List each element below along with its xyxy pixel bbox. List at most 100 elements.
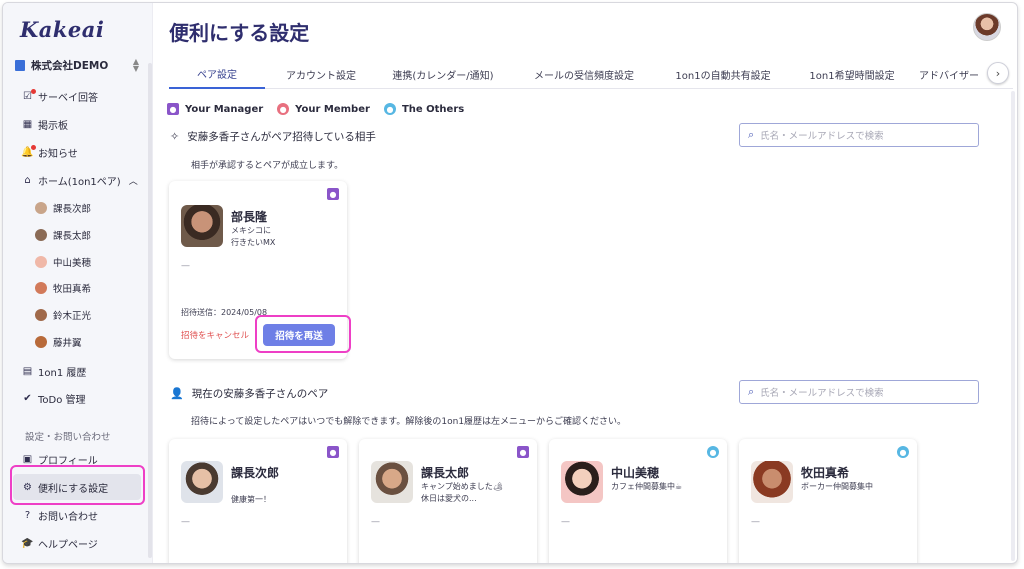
- app-window: Kakeai 株式会社DEMO ▲ ▼ ☑ サーベイ回答 ▦ 掲示板 🔔 お知らせ…: [2, 2, 1018, 564]
- others-role-icon: ●: [707, 446, 719, 458]
- sidebar-subitem-pair[interactable]: 中山美穂: [35, 251, 91, 273]
- pairs-section-note: 招待によって設定したペアはいつでも解除できます。解除後の1on1履歴は左メニュー…: [191, 417, 627, 427]
- invite-section-heading: ✧ 安藤多香子さんがペア招待している相手: [170, 129, 376, 144]
- pair-card[interactable]: ● 中山美穂 カフェ仲間募集中☕ —: [549, 439, 727, 563]
- sidebar-item-board[interactable]: ▦ 掲示板: [13, 111, 141, 137]
- sidebar-item-help[interactable]: 🎓 ヘルプページ: [13, 530, 141, 556]
- board-icon: ▦: [22, 118, 33, 130]
- others-role-icon: ●: [383, 103, 396, 115]
- pairs-search-input[interactable]: ⌕ 氏名・メールアドレスで検索: [739, 380, 979, 404]
- pairs-section-heading: 👤 現在の安藤多香子さんのペア: [170, 386, 328, 401]
- card-bio: メキシコに 行きたいMX: [231, 226, 276, 247]
- graduation-cap-icon: 🎓: [21, 537, 34, 549]
- sidebar-item-contact[interactable]: ? お問い合わせ: [13, 502, 141, 528]
- legend-label: Your Manager: [185, 103, 264, 115]
- avatar: [35, 336, 47, 348]
- sidebar-item-history[interactable]: ▤ 1on1 履歴: [13, 358, 141, 384]
- notification-dot: [31, 144, 36, 150]
- todo-check-icon: ✔: [23, 392, 32, 404]
- tab-pair-settings[interactable]: ペア設定: [169, 59, 265, 89]
- avatar: [35, 202, 47, 214]
- highlight-box: [10, 465, 145, 505]
- legend-others: ● The Others: [383, 103, 465, 115]
- pair-card[interactable]: ● 課長次郎 健康第一！ —: [169, 439, 347, 563]
- tab-preferred-time[interactable]: 1on1希望時間設定: [797, 59, 907, 89]
- avatar: [181, 461, 223, 503]
- sidebar-subitem-pair[interactable]: 課長太郎: [35, 224, 91, 246]
- manager-role-icon: ●: [167, 103, 179, 115]
- sidebar-item-todo[interactable]: ✔ ToDo 管理: [13, 385, 141, 411]
- tab-auto-share[interactable]: 1on1の自動共有設定: [661, 59, 785, 89]
- manager-role-icon: ●: [327, 188, 339, 200]
- card-bio: カフェ仲間募集中☕: [611, 482, 683, 491]
- sidebar-subitem-label: 鈴木正光: [53, 311, 92, 322]
- card-name: 中山美穂: [611, 466, 660, 480]
- sidebar-item-survey[interactable]: ☑ サーベイ回答: [13, 83, 141, 109]
- sidebar-item-news[interactable]: 🔔 お知らせ: [13, 139, 141, 165]
- cancel-invite-link[interactable]: 招待をキャンセル: [181, 329, 249, 341]
- home-icon: ⌂: [24, 174, 31, 186]
- invite-search-input[interactable]: ⌕ 氏名・メールアドレスで検索: [739, 123, 979, 147]
- search-placeholder: 氏名・メールアドレスで検索: [760, 388, 884, 399]
- sidebar-item-label: ヘルプページ: [38, 539, 98, 551]
- legend-member: ● Your Member: [277, 103, 370, 115]
- sidebar-subitem-pair[interactable]: 藤井翼: [35, 331, 82, 353]
- section-title: 安藤多香子さんがペア招待している相手: [187, 131, 376, 143]
- building-icon: [15, 59, 25, 71]
- avatar: [35, 229, 47, 241]
- sidebar-item-label: サーベイ回答: [38, 92, 98, 104]
- question-icon: ?: [24, 509, 31, 521]
- sidebar-item-label: ToDo 管理: [38, 394, 86, 406]
- history-icon: ▤: [22, 365, 33, 377]
- avatar: [371, 461, 413, 503]
- sidebar-subitem-pair[interactable]: 鈴木正光: [35, 304, 91, 326]
- sidebar-item-label: 掲示板: [38, 120, 68, 132]
- card-name: 課長太郎: [421, 466, 470, 480]
- invite-sent-date: 招待送信：2024/05/08: [181, 308, 268, 317]
- search-icon: ⌕: [748, 385, 755, 398]
- sparkle-icon: ✧: [170, 130, 180, 143]
- company-switcher[interactable]: 株式会社DEMO ▲ ▼: [15, 56, 139, 74]
- card-name: 課長次郎: [231, 466, 280, 480]
- avatar: [561, 461, 603, 503]
- card-bio: 健康第一！: [231, 495, 271, 504]
- role-legend: ● Your Manager ● Your Member ● The Others: [167, 103, 464, 115]
- company-name: 株式会社DEMO: [31, 59, 109, 72]
- sidebar-item-home[interactable]: ⌂ ホーム(1on1ペア) ︿: [13, 167, 141, 193]
- section-title: 現在の安藤多香子さんのペア: [191, 388, 329, 400]
- legend-label: The Others: [401, 103, 465, 115]
- user-avatar[interactable]: [973, 13, 1001, 41]
- main-scrollbar[interactable]: [1011, 91, 1015, 561]
- settings-tabs: ペア設定 アカウント設定 連携(カレンダー/通知) メールの受信頻度設定 1on…: [169, 59, 1013, 89]
- profile-icon: ▣: [22, 453, 33, 465]
- pair-card[interactable]: ● 牧田真希 ボーカー仲間募集中 —: [739, 439, 917, 563]
- chevron-right-icon: ›: [995, 66, 1001, 80]
- sidebar-subitem-pair[interactable]: 牧田真希: [35, 277, 91, 299]
- sidebar-subitem-pair[interactable]: 課長次郎: [35, 197, 91, 219]
- sidebar-subitem-label: 藤井翼: [53, 338, 82, 349]
- sidebar-subitem-label: 課長次郎: [53, 204, 92, 215]
- avatar: [35, 282, 47, 294]
- logo: Kakeai: [20, 17, 105, 42]
- bell-icon: 🔔: [21, 144, 36, 158]
- pair-card[interactable]: ● 課長太郎 キャンプ始めました🏕 休日は愛犬の... —: [359, 439, 537, 563]
- updown-chevron-icon: ▲ ▼: [132, 57, 139, 73]
- notification-dot: [31, 88, 36, 94]
- card-placeholder: —: [751, 517, 760, 527]
- manager-role-icon: ●: [327, 446, 339, 458]
- card-placeholder: —: [371, 517, 380, 527]
- avatar: [751, 461, 793, 503]
- tab-account-settings[interactable]: アカウント設定: [273, 59, 369, 89]
- card-placeholder: —: [561, 517, 570, 527]
- invite-section-note: 相手が承認するとペアが成立します。: [191, 161, 344, 171]
- tab-integrations[interactable]: 連携(カレンダー/通知): [379, 59, 507, 89]
- search-placeholder: 氏名・メールアドレスで検索: [760, 131, 884, 142]
- avatar: [35, 309, 47, 321]
- tab-scroll-right-button[interactable]: ›: [987, 62, 1009, 84]
- sidebar-scrollbar[interactable]: [148, 63, 152, 558]
- member-role-icon: ●: [277, 103, 290, 115]
- sidebar-item-label: お知らせ: [38, 148, 78, 160]
- tab-email-frequency[interactable]: メールの受信頻度設定: [519, 59, 649, 89]
- sidebar-item-label: 1on1 履歴: [38, 367, 87, 379]
- section-label: 設定・お問い合わせ: [25, 432, 111, 443]
